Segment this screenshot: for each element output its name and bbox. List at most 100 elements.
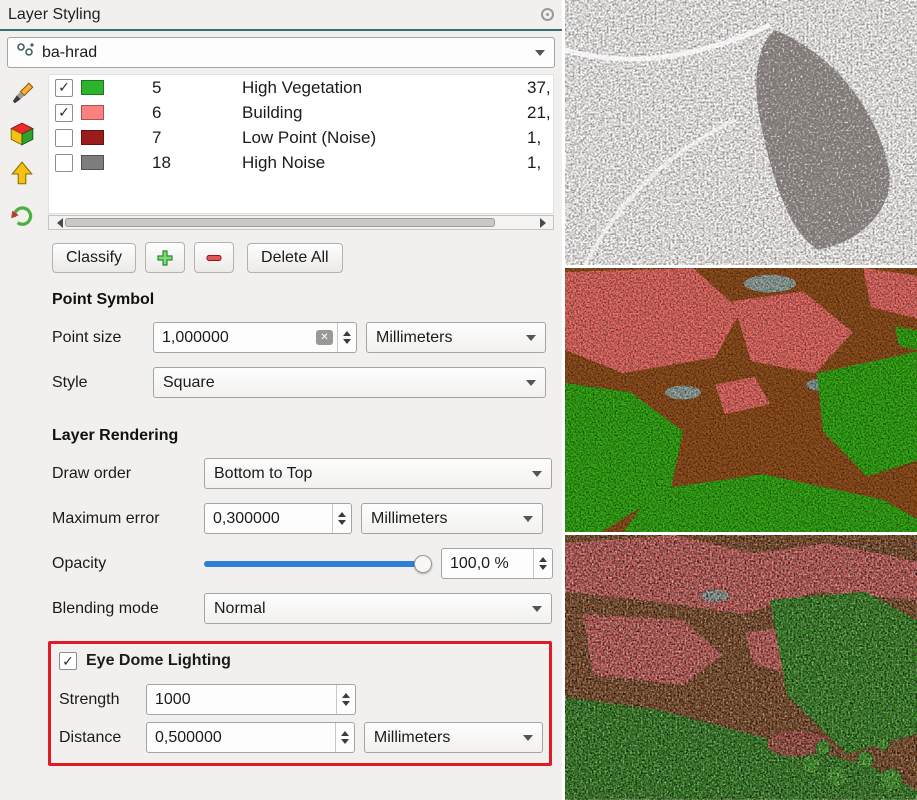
clear-icon[interactable]: ✕ (316, 330, 333, 345)
class-color-swatch[interactable] (81, 130, 104, 145)
class-count: 1, (527, 153, 553, 173)
opacity-slider[interactable] (204, 548, 432, 579)
strength-value[interactable]: 1000 (147, 685, 336, 714)
blending-mode-label: Blending mode (52, 600, 195, 618)
class-label: Low Point (Noise) (242, 128, 519, 148)
point-size-label: Point size (52, 329, 144, 347)
scroll-right-icon[interactable] (540, 218, 551, 228)
spin-down-icon[interactable] (341, 739, 349, 748)
slider-handle[interactable] (414, 555, 432, 573)
scroll-left-icon[interactable] (52, 218, 63, 228)
spin-up-icon[interactable] (338, 508, 346, 517)
spin-down-icon[interactable] (343, 339, 351, 348)
scrollbar-thumb[interactable] (65, 218, 495, 227)
spin-up-icon[interactable] (539, 553, 547, 562)
tab-elevation[interactable] (7, 160, 37, 188)
table-row[interactable]: 18 High Noise 1, (49, 150, 553, 175)
spinner-buttons[interactable] (533, 549, 552, 578)
point-size-unit-value: Millimeters (376, 329, 452, 347)
table-row[interactable]: ✓ 5 High Vegetation 37, (49, 75, 553, 100)
layer-selector-value: ba-hrad (42, 44, 97, 62)
strength-label: Strength (59, 691, 137, 709)
class-label: High Noise (242, 153, 519, 173)
blending-mode-dropdown[interactable]: Normal (204, 593, 552, 624)
table-row[interactable]: 7 Low Point (Noise) 1, (49, 125, 553, 150)
class-visibility-checkbox[interactable] (55, 154, 73, 172)
delete-all-button[interactable]: Delete All (247, 243, 343, 273)
spin-up-icon[interactable] (341, 727, 349, 736)
panel-titlebar: Layer Styling (0, 0, 562, 31)
horizontal-scrollbar[interactable] (48, 215, 554, 230)
opacity-label: Opacity (52, 555, 195, 573)
strength-spinbox[interactable]: 1000 (146, 684, 356, 715)
class-color-swatch[interactable] (81, 105, 104, 120)
point-cloud-layer-icon (17, 42, 35, 63)
class-count: 37, (527, 78, 553, 98)
preview-column (565, 0, 917, 800)
maximum-error-spinbox[interactable]: 0,300000 (204, 503, 352, 534)
minus-icon (205, 249, 223, 267)
preview-classification-edl (565, 535, 917, 800)
classification-actions: Classify Delete All (52, 242, 554, 273)
spinner-buttons[interactable] (332, 504, 351, 533)
layer-selector[interactable]: ba-hrad (7, 37, 555, 68)
eye-dome-lighting-checkbox[interactable]: ✓ (59, 652, 77, 670)
spinner-buttons[interactable] (335, 723, 354, 752)
tab-3d-view[interactable] (7, 120, 37, 148)
style-dropdown[interactable]: Square (153, 367, 546, 398)
style-label: Style (52, 374, 144, 392)
maximum-error-unit-dropdown[interactable]: Millimeters (361, 503, 543, 534)
paintbrush-icon (9, 81, 35, 107)
point-size-spinbox[interactable]: 1,000000 ✕ (153, 322, 357, 353)
class-label: Building (242, 103, 519, 123)
blending-mode-value: Normal (214, 600, 266, 618)
style-value: Square (163, 374, 215, 392)
distance-spinbox[interactable]: 0,500000 (146, 722, 355, 753)
class-color-swatch[interactable] (81, 80, 104, 95)
table-row[interactable]: ✓ 6 Building 21, (49, 100, 553, 125)
panel-options-icon[interactable] (541, 8, 554, 21)
remove-class-button[interactable] (194, 242, 234, 273)
spinner-buttons[interactable] (336, 685, 355, 714)
spin-up-icon[interactable] (342, 689, 350, 698)
layer-styling-panel: Layer Styling ba-hrad (0, 0, 565, 800)
add-class-button[interactable] (145, 242, 185, 273)
point-size-unit-dropdown[interactable]: Millimeters (366, 322, 546, 353)
tab-symbology[interactable] (7, 80, 37, 108)
opacity-value[interactable]: 100,0 % (442, 549, 533, 578)
eye-dome-lighting-group: ✓ Eye Dome Lighting Strength 1000 (48, 641, 552, 766)
spin-down-icon[interactable] (338, 520, 346, 529)
cube-3d-icon (9, 121, 35, 147)
distance-label: Distance (59, 729, 137, 747)
spin-down-icon[interactable] (539, 565, 547, 574)
class-visibility-checkbox[interactable]: ✓ (55, 104, 73, 122)
class-visibility-checkbox[interactable]: ✓ (55, 79, 73, 97)
classification-table: ✓ 5 High Vegetation 37, ✓ 6 Building 21, (48, 74, 554, 214)
distance-unit-dropdown[interactable]: Millimeters (364, 722, 543, 753)
eye-dome-lighting-label: Eye Dome Lighting (86, 652, 231, 670)
chevron-down-icon (532, 606, 542, 617)
tab-history[interactable] (7, 200, 37, 228)
spinner-buttons[interactable] (337, 323, 356, 352)
undo-redo-arrows-icon (9, 201, 35, 227)
draw-order-value: Bottom to Top (214, 465, 312, 483)
class-value: 7 (152, 128, 234, 148)
class-visibility-checkbox[interactable] (55, 129, 73, 147)
maximum-error-unit-value: Millimeters (371, 510, 447, 528)
distance-value[interactable]: 0,500000 (147, 723, 335, 752)
plus-icon (156, 249, 174, 267)
opacity-spinbox[interactable]: 100,0 % (441, 548, 553, 579)
class-label: High Vegetation (242, 78, 519, 98)
classify-button[interactable]: Classify (52, 243, 136, 273)
preview-classification-flat (565, 268, 917, 533)
point-size-value[interactable]: 1,000000 (154, 323, 316, 352)
maximum-error-value[interactable]: 0,300000 (205, 504, 332, 533)
arrow-up-icon (9, 161, 35, 187)
spin-up-icon[interactable] (343, 327, 351, 336)
class-color-swatch[interactable] (81, 155, 104, 170)
class-count: 21, (527, 103, 553, 123)
chevron-down-icon (523, 735, 533, 746)
chevron-down-icon (526, 335, 536, 346)
spin-down-icon[interactable] (342, 701, 350, 710)
draw-order-dropdown[interactable]: Bottom to Top (204, 458, 552, 489)
